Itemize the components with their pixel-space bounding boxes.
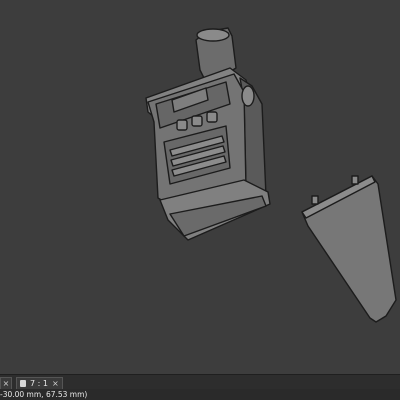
model-view (145, 27, 397, 323)
zoom-label: 7 : 1 (30, 379, 48, 388)
tab-prev[interactable]: × (0, 377, 12, 389)
3d-viewport[interactable] (0, 0, 400, 374)
button-3 (206, 111, 218, 123)
device-model[interactable] (145, 27, 271, 241)
battery-cover-model[interactable] (301, 175, 397, 323)
side-knob (241, 85, 255, 107)
tab-active-document[interactable]: 7 : 1 × (16, 377, 63, 389)
status-bar: -30.00 mm, 67.53 mm) (0, 389, 400, 400)
document-icon (20, 380, 26, 387)
close-icon[interactable]: × (52, 379, 59, 388)
coordinate-readout: -30.00 mm, 67.53 mm) (0, 390, 88, 399)
button-1 (176, 119, 188, 131)
close-icon[interactable]: × (3, 379, 10, 388)
button-2 (191, 115, 203, 127)
document-tab-bar: × 7 : 1 × (0, 374, 400, 390)
